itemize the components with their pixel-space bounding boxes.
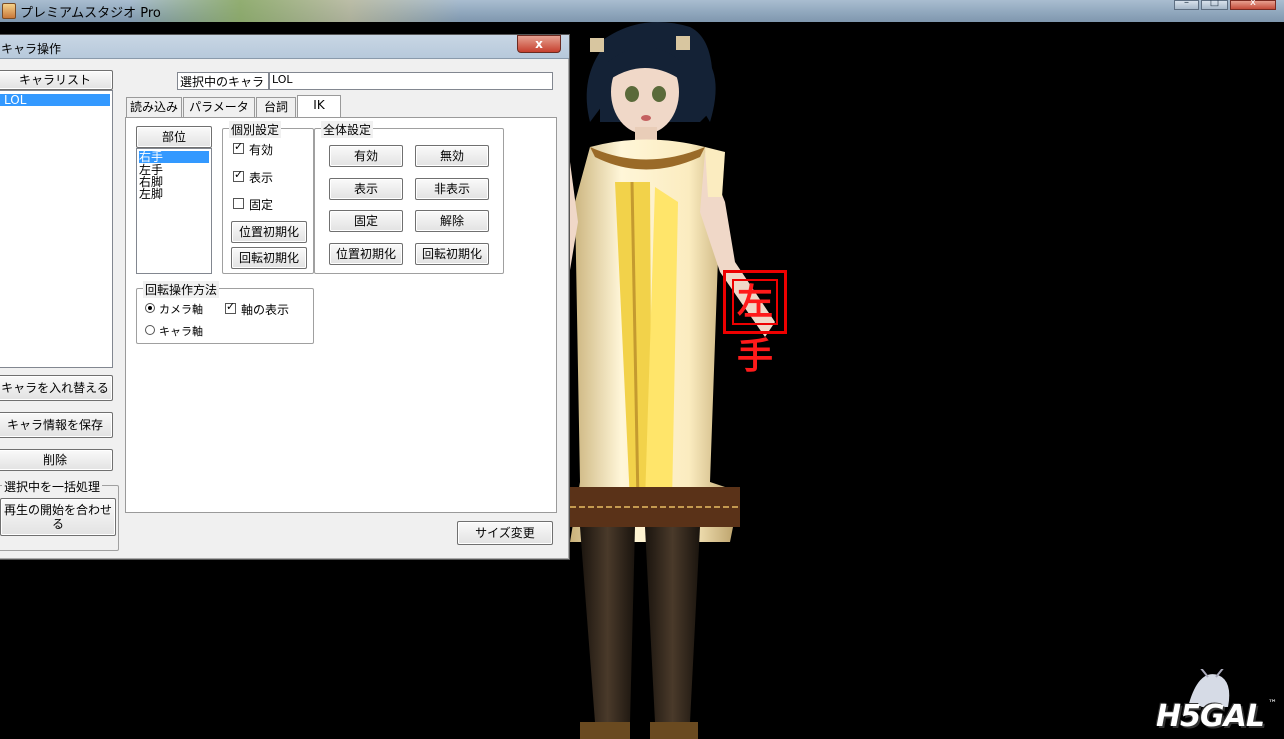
reset-position-all-button[interactable]: 位置初期化 bbox=[329, 243, 403, 265]
minimize-button[interactable]: – bbox=[1174, 0, 1199, 10]
chara-list-header: キャラリスト bbox=[0, 70, 113, 90]
part-header: 部位 bbox=[136, 126, 212, 148]
enabled-label: 有効 bbox=[249, 143, 274, 157]
titlebar-background bbox=[130, 0, 460, 22]
close-icon: x bbox=[1250, 0, 1256, 8]
part-item[interactable]: 右手 bbox=[139, 151, 209, 163]
global-settings-group: 全体設定 有効 無効 表示 非表示 固定 解除 位置初期化 回転初期化 bbox=[314, 121, 504, 274]
fixed-label: 固定 bbox=[249, 198, 274, 212]
selected-chara-label: 選択中のキャラ bbox=[177, 72, 269, 90]
close-button[interactable]: x bbox=[1230, 0, 1276, 10]
rotation-method-group: 回転操作方法 カメラ軸 軸の表示 キャラ軸 bbox=[136, 281, 314, 344]
tab-ik[interactable]: IK bbox=[297, 95, 341, 117]
tab-dialogue[interactable]: 台詞 bbox=[256, 97, 296, 117]
chara-control-dialog: キャラ操作 x キャラリスト LOL キャラを入れ替える キャラ情報を保存 削除… bbox=[0, 34, 570, 560]
reset-rotation-button[interactable]: 回転初期化 bbox=[231, 247, 307, 269]
dialog-title: キャラ操作 bbox=[1, 42, 62, 56]
enable-all-button[interactable]: 有効 bbox=[329, 145, 403, 167]
individual-settings-title: 個別設定 bbox=[229, 121, 282, 138]
watermark-tm: ™ bbox=[1268, 699, 1277, 709]
rotation-method-title: 回転操作方法 bbox=[143, 281, 220, 298]
maximize-button[interactable]: □ bbox=[1201, 0, 1228, 10]
ik-target-marker[interactable]: 左手 bbox=[723, 270, 787, 377]
hide-all-button[interactable]: 非表示 bbox=[415, 178, 489, 200]
maximize-icon: □ bbox=[1209, 0, 1220, 8]
visible-checkbox[interactable] bbox=[233, 168, 244, 182]
chara-axis-label: キャラ軸 bbox=[159, 325, 203, 338]
close-icon: x bbox=[535, 37, 543, 51]
ik-tab-page: 部位 右手 左手 右脚 左脚 個別設定 有効 表示 固定 位置初期化 回転初期化… bbox=[125, 117, 557, 513]
fixed-checkbox[interactable] bbox=[233, 198, 244, 209]
individual-settings-group: 個別設定 有効 表示 固定 位置初期化 回転初期化 bbox=[222, 121, 314, 274]
visible-label: 表示 bbox=[249, 171, 274, 185]
chara-axis-radio[interactable] bbox=[145, 325, 155, 335]
camera-axis-label: カメラ軸 bbox=[159, 303, 203, 316]
minimize-icon: – bbox=[1184, 0, 1189, 8]
app-title: プレミアムスタジオ Pro bbox=[20, 6, 161, 21]
reset-rotation-all-button[interactable]: 回転初期化 bbox=[415, 243, 489, 265]
global-settings-title: 全体設定 bbox=[321, 121, 374, 138]
batch-group-title: 選択中を一括処理 bbox=[2, 478, 103, 495]
delete-button[interactable]: 削除 bbox=[0, 449, 113, 471]
app-titlebar: プレミアムスタジオ Pro – □ x bbox=[0, 0, 1284, 22]
app-icon bbox=[2, 3, 16, 19]
part-item[interactable]: 左脚 bbox=[139, 188, 163, 200]
tab-parameter[interactable]: パラメータ bbox=[183, 97, 255, 117]
chara-list[interactable]: LOL bbox=[0, 90, 113, 368]
size-change-button[interactable]: サイズ変更 bbox=[457, 521, 553, 545]
swap-chara-button[interactable]: キャラを入れ替える bbox=[0, 375, 113, 401]
watermark: H5GAL ™ bbox=[1150, 665, 1284, 739]
part-list[interactable]: 右手 左手 右脚 左脚 bbox=[136, 148, 212, 274]
dialog-close-button[interactable]: x bbox=[517, 35, 561, 53]
save-chara-info-button[interactable]: キャラ情報を保存 bbox=[0, 412, 113, 438]
tab-load[interactable]: 読み込み bbox=[126, 97, 182, 117]
chara-list-item[interactable]: LOL bbox=[0, 94, 110, 106]
batch-group: 選択中を一括処理 再生の開始を合わせる bbox=[0, 478, 119, 551]
disable-all-button[interactable]: 無効 bbox=[415, 145, 489, 167]
release-all-button[interactable]: 解除 bbox=[415, 210, 489, 232]
selected-chara-field[interactable]: LOL bbox=[269, 72, 553, 90]
sync-playback-button[interactable]: 再生の開始を合わせる bbox=[0, 498, 116, 536]
camera-axis-radio[interactable] bbox=[145, 303, 155, 313]
show-axis-checkbox[interactable] bbox=[225, 300, 236, 314]
enabled-checkbox[interactable] bbox=[233, 140, 244, 154]
reset-position-button[interactable]: 位置初期化 bbox=[231, 221, 307, 243]
show-axis-label: 軸の表示 bbox=[241, 303, 290, 317]
fix-all-button[interactable]: 固定 bbox=[329, 210, 403, 232]
show-all-button[interactable]: 表示 bbox=[329, 178, 403, 200]
watermark-text: H5GAL bbox=[1156, 699, 1265, 734]
dialog-titlebar: キャラ操作 x bbox=[0, 35, 569, 59]
ik-marker-label: 左手 bbox=[736, 281, 773, 377]
